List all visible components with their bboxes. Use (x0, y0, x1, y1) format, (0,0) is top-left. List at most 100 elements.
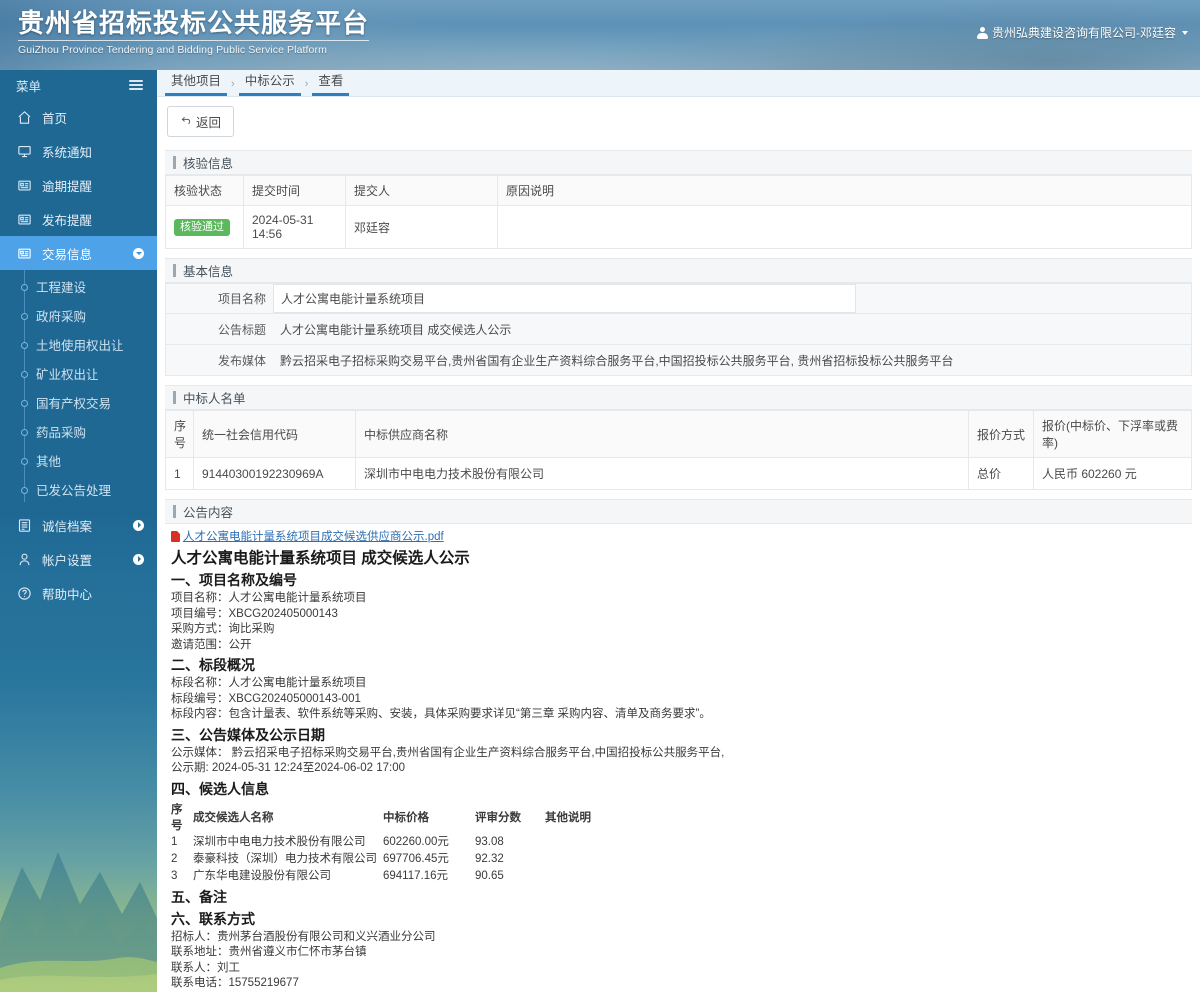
cell-bid-price: 697706.45元 (383, 852, 449, 865)
sidebar-subitem-mining-rights[interactable]: 矿业权出让 (0, 359, 157, 388)
sidebar-item-label: 发布提醒 (42, 213, 93, 228)
sidebar-item-account-settings[interactable]: 帐户设置 (0, 542, 157, 576)
table-header-row: 序号 成交候选人名称 中标价格 评审分数 其他说明 (171, 800, 597, 834)
cell-no: 2 (171, 852, 178, 865)
section-2-line: 标段名称：人才公寓电能计量系统项目 (171, 677, 367, 689)
publish-media-value: 黔云招采电子招标采购交易平台,贵州省国有企业生产资料综合服务平台,中国招投标公共… (280, 353, 954, 368)
person-icon (14, 552, 34, 567)
sidebar-item-help-center[interactable]: 帮助中心 (0, 576, 157, 610)
sidebar-subitem-gov-procurement[interactable]: 政府采购 (0, 301, 157, 330)
back-button[interactable]: 返回 (167, 106, 235, 137)
user-menu[interactable]: 贵州弘典建设咨询有限公司-邓廷容 (977, 24, 1188, 41)
basic-info-section-header: 基本信息 (165, 258, 1192, 283)
sidebar-item-credit-archive[interactable]: 诚信档案 (0, 508, 157, 542)
field-label: 发布媒体 (217, 353, 266, 368)
question-circle-icon (14, 586, 34, 601)
sidebar-subitem-drug-procurement[interactable]: 药品采购 (0, 417, 157, 446)
sidebar-submenu: 工程建设 政府采购 土地使用权出让 矿业权出让 国有产权交易 药品采购 其他 已… (0, 270, 157, 508)
hamburger-icon[interactable] (129, 80, 143, 90)
table-row: 2 泰豪科技（深圳）电力技术有限公司 697706.45元 92.32 (171, 851, 597, 868)
section-3-line: 公示期: 2024-05-31 12:24至2024-06-02 17:00 (171, 762, 405, 774)
announcement-body: 人才公寓电能计量系统项目成交候选供应商公示.pdf 人才公寓电能计量系统项目 成… (165, 524, 1192, 992)
field-label: 公告标题 (217, 322, 266, 337)
sidebar-landscape-image (0, 852, 157, 992)
basic-info-section: 基本信息 项目名称 人才公寓电能计量系统项目 公告标题 人才公寓电能计量系统项目… (165, 258, 1192, 376)
sidebar-subitem-land-use-rights[interactable]: 土地使用权出让 (0, 330, 157, 359)
toolbar: 返回 (157, 97, 1200, 145)
sidebar-subitem-state-property[interactable]: 国有产权交易 (0, 388, 157, 417)
pdf-file-name: 人才公寓电能计量系统项目成交候选供应商公示.pdf (183, 531, 444, 543)
column-header-supplier: 中标供应商名称 (355, 410, 969, 458)
sidebar-subitem-published-handling[interactable]: 已发公告处理 (0, 475, 157, 504)
sidebar-item-publish-reminder[interactable]: 发布提醒 (0, 202, 157, 236)
sidebar-item-label: 首页 (42, 111, 68, 126)
sidebar-subitem-label: 药品采购 (36, 426, 87, 440)
breadcrumb-item-bid-announcement[interactable]: 中标公示 (238, 70, 301, 96)
section-2-line: 标段编号：XBCG202405000143-001 (171, 692, 361, 705)
column-header-quote: 报价(中标价、下浮率或费率) (1033, 410, 1192, 458)
sidebar-item-label: 系统通知 (42, 145, 93, 160)
section-1-line: 项目编号：XBCG202405000143 (171, 607, 338, 620)
cell-no: 3 (171, 869, 178, 882)
sidebar-subitem-label: 已发公告处理 (36, 484, 112, 498)
site-title-cn: 贵州省招标投标公共服务平台 (18, 8, 370, 41)
app-header: 贵州省招标投标公共服务平台 GuiZhou Province Tendering… (0, 0, 1200, 70)
site-title-en: GuiZhou Province Tendering and Bidding P… (18, 44, 327, 56)
cell-reason (497, 205, 1192, 249)
cell-status: 核验通过 (165, 205, 244, 249)
sidebar-subitem-label: 其他 (36, 455, 62, 469)
verify-table: 核验状态 提交时间 提交人 原因说明 核验通过 2024-05-31 14:56… (165, 175, 1192, 249)
sidebar-item-overdue-reminder[interactable]: 逾期提醒 (0, 168, 157, 202)
cell-other-note (545, 868, 597, 885)
section-accent-bar (173, 505, 176, 518)
sidebar-item-system-notice[interactable]: 系统通知 (0, 134, 157, 168)
winner-section-title: 中标人名单 (183, 392, 246, 406)
chevron-down-icon (1182, 30, 1188, 35)
brand: 贵州省招标投标公共服务平台 GuiZhou Province Tendering… (18, 8, 370, 56)
column-header-no: 序号 (171, 803, 183, 832)
cell-candidate-name: 广东华电建设股份有限公司 (193, 869, 331, 882)
cell-supplier: 深圳市中电电力技术股份有限公司 (355, 457, 969, 490)
sidebar-item-transaction-info[interactable]: 交易信息 (0, 236, 157, 270)
page-root: 贵州省招标投标公共服务平台 GuiZhou Province Tendering… (0, 0, 1200, 992)
section-6-line: 联系电话：15755219677 (171, 977, 299, 989)
chevron-right-circle-icon (133, 553, 144, 565)
list-icon (14, 212, 34, 227)
chevron-right-circle-icon (133, 519, 144, 531)
cell-review-score: 92.32 (475, 852, 504, 865)
cell-submitter: 邓廷容 (345, 205, 498, 249)
candidates-table: 序号 成交候选人名称 中标价格 评审分数 其他说明 1 深圳市中电电力技术股份有… (171, 800, 597, 885)
section-4-title: 四、候选人信息 (171, 780, 269, 797)
section-6-line: 招标人：贵州茅台酒股份有限公司和义兴酒业分公司 (171, 930, 436, 943)
breadcrumb-item-view[interactable]: 查看 (312, 70, 350, 96)
cell-bid-price: 602260.00元 (383, 835, 449, 848)
breadcrumb-item-other-projects[interactable]: 其他项目 (165, 70, 228, 96)
sidebar-item-label: 逾期提醒 (42, 179, 93, 194)
winner-table: 序号 统一社会信用代码 中标供应商名称 报价方式 报价(中标价、下浮率或费率) … (165, 410, 1192, 490)
monitor-icon (14, 144, 34, 159)
sidebar-subitem-label: 土地使用权出让 (36, 339, 124, 353)
home-icon (14, 110, 34, 125)
sidebar-item-label: 帐户设置 (42, 553, 93, 568)
section-1-line: 采购方式：询比采购 (171, 623, 275, 635)
sidebar-menu-label: 菜单 (16, 79, 42, 94)
column-header-candidate-name: 成交候选人名称 (193, 811, 274, 824)
column-header-submitter: 提交人 (345, 175, 498, 206)
cell-quote: 人民币 602260 元 (1033, 457, 1192, 490)
announcement-section: 公告内容 人才公寓电能计量系统项目成交候选供应商公示.pdf 人才公寓电能计量系… (165, 499, 1192, 992)
sidebar-subitem-other[interactable]: 其他 (0, 446, 157, 475)
cell-other-note (545, 834, 597, 851)
table-row: 1 91440300192230969A 深圳市中电电力技术股份有限公司 总价 … (165, 457, 1192, 490)
cell-review-score: 90.65 (475, 869, 504, 882)
sidebar-subitem-engineering[interactable]: 工程建设 (0, 272, 157, 301)
section-1-title: 一、项目名称及编号 (171, 572, 297, 588)
sidebar-item-home[interactable]: 首页 (0, 100, 157, 134)
column-header-submit-time: 提交时间 (243, 175, 346, 206)
sidebar-item-label: 交易信息 (42, 247, 93, 262)
table-header-row: 序号 统一社会信用代码 中标供应商名称 报价方式 报价(中标价、下浮率或费率) (165, 410, 1192, 458)
section-6-title: 六、联系方式 (171, 910, 255, 927)
section-1-line: 邀请范围：公开 (171, 638, 252, 651)
cell-review-score: 93.08 (475, 835, 504, 848)
pdf-attachment-link[interactable]: 人才公寓电能计量系统项目成交候选供应商公示.pdf (171, 528, 1182, 544)
section-3-title: 三、公告媒体及公示日期 (171, 726, 325, 743)
